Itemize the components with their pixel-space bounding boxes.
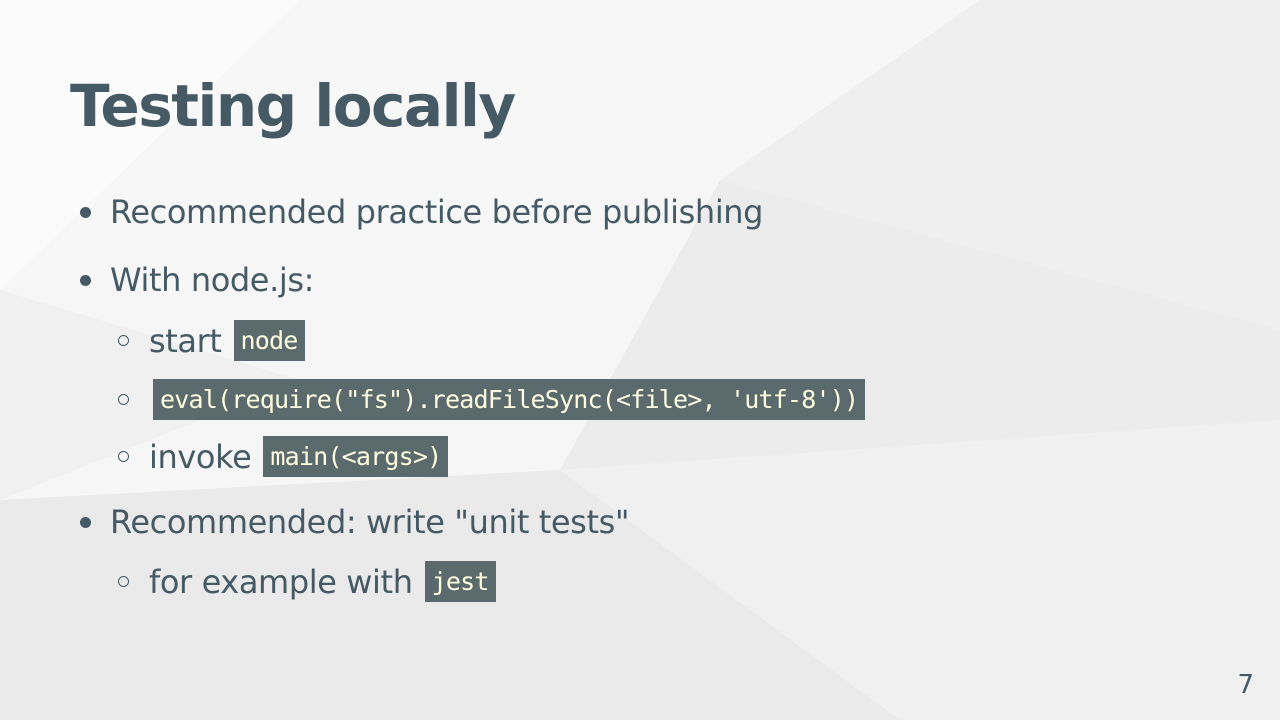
bullet-circle-icon [118,394,129,405]
bullet-item: With node.js: [80,261,314,299]
bullet-item: Recommended practice before publishing [80,193,764,231]
bullet-circle-icon [118,335,129,346]
bullet-text: Recommended: write "unit tests" [110,503,630,541]
bullet-disc-icon [80,274,91,286]
bullet-circle-icon [118,451,129,462]
page-number: 7 [1237,670,1254,700]
slide: Testing locally Recommended practice bef… [0,0,1280,720]
bullet-disc-icon [80,206,91,218]
inline-code: main(<args>) [263,436,449,477]
inline-code: eval(require("fs").readFileSync(<file>, … [153,379,866,420]
sub-bullet-item: for example with jest [118,561,496,602]
bullet-text: invoke [149,437,252,476]
sub-bullet-item: start node [118,320,305,361]
bullet-disc-icon [80,516,91,528]
sub-bullet-item: eval(require("fs").readFileSync(<file>, … [118,379,866,420]
bullet-text: Recommended practice before publishing [110,193,764,231]
bullet-circle-icon [118,576,129,587]
sub-bullet-item: invoke main(<args>) [118,436,449,477]
inline-code: jest [424,561,496,602]
bullet-text: for example with [149,562,413,601]
bullet-item: Recommended: write "unit tests" [80,503,630,541]
slide-title: Testing locally [70,72,516,140]
inline-code: node [233,320,305,361]
bullet-text: With node.js: [110,261,315,299]
bullet-text: start [149,321,222,360]
